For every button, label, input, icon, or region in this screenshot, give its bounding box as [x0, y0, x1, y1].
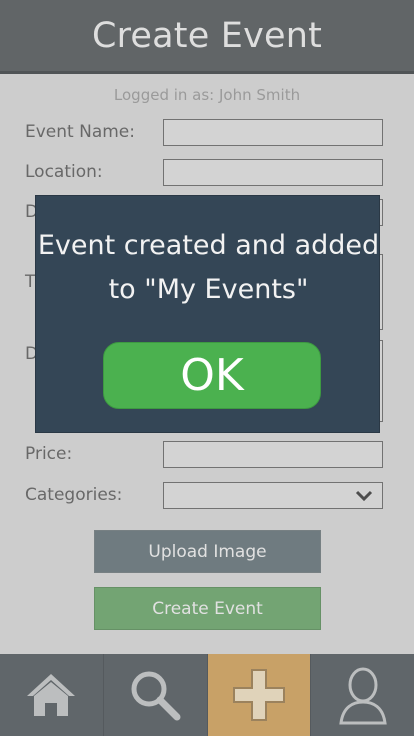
dialog-message: Event created and added to "My Events" — [37, 230, 380, 305]
confirmation-dialog: Event created and added to "My Events" O… — [35, 195, 380, 433]
ok-button[interactable]: OK — [103, 342, 321, 409]
